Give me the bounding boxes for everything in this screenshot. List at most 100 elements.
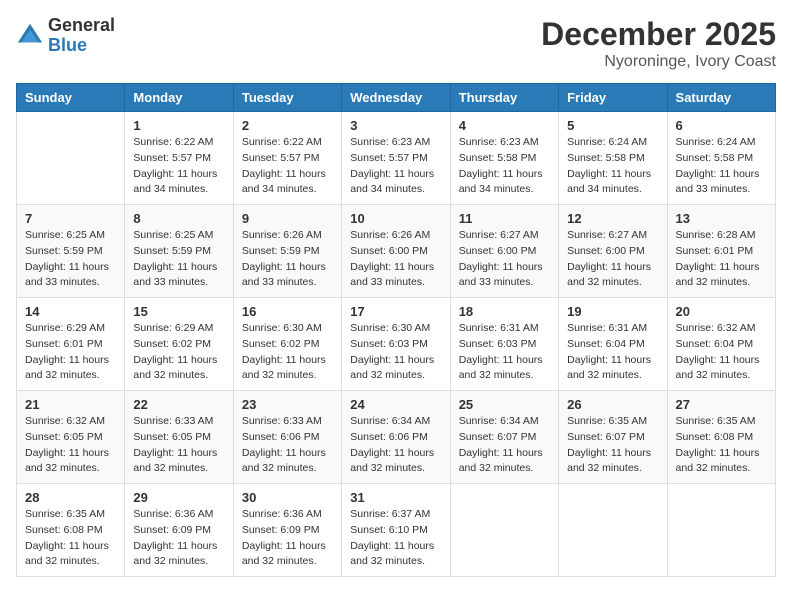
day-info: Sunrise: 6:37 AM Sunset: 6:10 PM Dayligh… [350,507,441,570]
calendar-cell: 15Sunrise: 6:29 AM Sunset: 6:02 PM Dayli… [125,298,233,391]
calendar-week-row: 21Sunrise: 6:32 AM Sunset: 6:05 PM Dayli… [17,391,776,484]
day-number: 17 [350,304,441,319]
calendar-cell: 31 Sunrise: 6:37 AM Sunset: 6:10 PM Dayli… [342,484,450,577]
day-number: 3 [350,118,441,133]
day-info: Sunrise: 6:32 AM Sunset: 6:05 PM Dayligh… [25,414,116,477]
logo-blue-text: Blue [48,36,115,56]
day-info: Sunrise: 6:30 AM Sunset: 6:02 PM Dayligh… [242,321,333,384]
day-number: 4 [459,118,550,133]
calendar-header-row: SundayMondayTuesdayWednesdayThursdayFrid… [17,84,776,112]
day-number: 31 [350,490,441,505]
day-header-tuesday: Tuesday [233,84,341,112]
calendar-cell: 7 Sunrise: 6:25 AM Sunset: 5:59 PM Daylig… [17,205,125,298]
day-number: 19 [567,304,658,319]
logo: General Blue [16,16,115,56]
day-number: 26 [567,397,658,412]
day-number: 25 [459,397,550,412]
day-number: 9 [242,211,333,226]
calendar-cell [559,484,667,577]
day-number: 16 [242,304,333,319]
day-number: 10 [350,211,441,226]
day-number: 28 [25,490,116,505]
day-info: Sunrise: 6:33 AM Sunset: 6:06 PM Dayligh… [242,414,333,477]
calendar-week-row: 14Sunrise: 6:29 AM Sunset: 6:01 PM Dayli… [17,298,776,391]
page-header: General Blue December 2025 Nyoroninge, I… [16,16,776,71]
day-info: Sunrise: 6:32 AM Sunset: 6:04 PM Dayligh… [676,321,767,384]
month-title: December 2025 [541,16,776,53]
calendar-cell [450,484,558,577]
calendar-cell: 1 Sunrise: 6:22 AM Sunset: 5:57 PM Daylig… [125,112,233,205]
day-info: Sunrise: 6:22 AM Sunset: 5:57 PM Dayligh… [242,135,333,198]
calendar-cell: 3 Sunrise: 6:23 AM Sunset: 5:57 PM Daylig… [342,112,450,205]
calendar-cell: 22 Sunrise: 6:33 AM Sunset: 6:05 PM Dayli… [125,391,233,484]
day-info: Sunrise: 6:29 AM Sunset: 6:02 PM Dayligh… [133,321,224,384]
day-info: Sunrise: 6:24 AM Sunset: 5:58 PM Dayligh… [567,135,658,198]
calendar-cell: 24 Sunrise: 6:34 AM Sunset: 6:06 PM Dayli… [342,391,450,484]
day-info: Sunrise: 6:25 AM Sunset: 5:59 PM Dayligh… [25,228,116,291]
calendar-week-row: 1 Sunrise: 6:22 AM Sunset: 5:57 PM Daylig… [17,112,776,205]
calendar-week-row: 7 Sunrise: 6:25 AM Sunset: 5:59 PM Daylig… [17,205,776,298]
day-number: 1 [133,118,224,133]
day-info: Sunrise: 6:34 AM Sunset: 6:06 PM Dayligh… [350,414,441,477]
day-number: 11 [459,211,550,226]
day-number: 5 [567,118,658,133]
calendar-cell: 20 Sunrise: 6:32 AM Sunset: 6:04 PM Dayli… [667,298,775,391]
calendar-cell: 4Sunrise: 6:23 AM Sunset: 5:58 PM Daylig… [450,112,558,205]
calendar-cell [17,112,125,205]
day-number: 18 [459,304,550,319]
day-info: Sunrise: 6:24 AM Sunset: 5:58 PM Dayligh… [676,135,767,198]
day-number: 29 [133,490,224,505]
day-info: Sunrise: 6:22 AM Sunset: 5:57 PM Dayligh… [133,135,224,198]
day-header-friday: Friday [559,84,667,112]
calendar-cell: 8 Sunrise: 6:25 AM Sunset: 5:59 PM Daylig… [125,205,233,298]
calendar-cell: 17 Sunrise: 6:30 AM Sunset: 6:03 PM Dayli… [342,298,450,391]
calendar-table: SundayMondayTuesdayWednesdayThursdayFrid… [16,83,776,577]
calendar-cell: 10Sunrise: 6:26 AM Sunset: 6:00 PM Dayli… [342,205,450,298]
day-info: Sunrise: 6:27 AM Sunset: 6:00 PM Dayligh… [459,228,550,291]
calendar-cell: 18 Sunrise: 6:31 AM Sunset: 6:03 PM Dayli… [450,298,558,391]
calendar-cell: 19 Sunrise: 6:31 AM Sunset: 6:04 PM Dayli… [559,298,667,391]
day-number: 24 [350,397,441,412]
day-info: Sunrise: 6:36 AM Sunset: 6:09 PM Dayligh… [133,507,224,570]
calendar-cell: 23 Sunrise: 6:33 AM Sunset: 6:06 PM Dayli… [233,391,341,484]
title-block: December 2025 Nyoroninge, Ivory Coast [541,16,776,71]
day-number: 20 [676,304,767,319]
day-info: Sunrise: 6:31 AM Sunset: 6:04 PM Dayligh… [567,321,658,384]
day-info: Sunrise: 6:34 AM Sunset: 6:07 PM Dayligh… [459,414,550,477]
day-info: Sunrise: 6:35 AM Sunset: 6:08 PM Dayligh… [25,507,116,570]
day-info: Sunrise: 6:25 AM Sunset: 5:59 PM Dayligh… [133,228,224,291]
day-number: 8 [133,211,224,226]
day-header-saturday: Saturday [667,84,775,112]
calendar-cell: 26 Sunrise: 6:35 AM Sunset: 6:07 PM Dayli… [559,391,667,484]
day-info: Sunrise: 6:30 AM Sunset: 6:03 PM Dayligh… [350,321,441,384]
day-number: 7 [25,211,116,226]
logo-general-text: General [48,16,115,36]
calendar-cell: 27Sunrise: 6:35 AM Sunset: 6:08 PM Dayli… [667,391,775,484]
day-info: Sunrise: 6:23 AM Sunset: 5:57 PM Dayligh… [350,135,441,198]
day-info: Sunrise: 6:33 AM Sunset: 6:05 PM Dayligh… [133,414,224,477]
calendar-cell: 2Sunrise: 6:22 AM Sunset: 5:57 PM Daylig… [233,112,341,205]
day-header-monday: Monday [125,84,233,112]
day-info: Sunrise: 6:28 AM Sunset: 6:01 PM Dayligh… [676,228,767,291]
day-info: Sunrise: 6:35 AM Sunset: 6:07 PM Dayligh… [567,414,658,477]
calendar-cell: 5 Sunrise: 6:24 AM Sunset: 5:58 PM Daylig… [559,112,667,205]
day-info: Sunrise: 6:31 AM Sunset: 6:03 PM Dayligh… [459,321,550,384]
calendar-cell: 25 Sunrise: 6:34 AM Sunset: 6:07 PM Dayli… [450,391,558,484]
calendar-cell: 16 Sunrise: 6:30 AM Sunset: 6:02 PM Dayli… [233,298,341,391]
day-number: 30 [242,490,333,505]
calendar-cell: 21Sunrise: 6:32 AM Sunset: 6:05 PM Dayli… [17,391,125,484]
day-info: Sunrise: 6:26 AM Sunset: 5:59 PM Dayligh… [242,228,333,291]
day-number: 22 [133,397,224,412]
calendar-cell: 12Sunrise: 6:27 AM Sunset: 6:00 PM Dayli… [559,205,667,298]
calendar-cell: 11 Sunrise: 6:27 AM Sunset: 6:00 PM Dayli… [450,205,558,298]
calendar-cell: 30 Sunrise: 6:36 AM Sunset: 6:09 PM Dayli… [233,484,341,577]
calendar-cell: 28 Sunrise: 6:35 AM Sunset: 6:08 PM Dayli… [17,484,125,577]
location: Nyoroninge, Ivory Coast [541,53,776,71]
day-number: 12 [567,211,658,226]
logo-icon [16,22,44,50]
day-number: 14 [25,304,116,319]
day-number: 23 [242,397,333,412]
day-header-sunday: Sunday [17,84,125,112]
day-info: Sunrise: 6:36 AM Sunset: 6:09 PM Dayligh… [242,507,333,570]
day-info: Sunrise: 6:35 AM Sunset: 6:08 PM Dayligh… [676,414,767,477]
